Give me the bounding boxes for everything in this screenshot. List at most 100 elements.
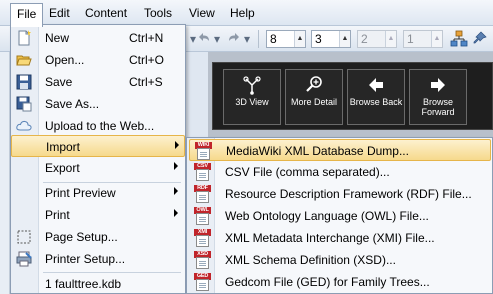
wiki-file-icon: WIKI <box>195 142 212 160</box>
import-csv[interactable]: CSV CSV File (comma separated)... <box>189 161 491 183</box>
file-menu: New Ctrl+N Open... Ctrl+O Save Ctrl+S Sa… <box>10 24 186 294</box>
import-rdf[interactable]: RDF Resource Description Framework (RDF)… <box>189 183 491 205</box>
spinner-value: 1 <box>407 32 414 46</box>
menu-item-label: New <box>45 31 70 45</box>
file-menu-printer-setup[interactable]: Printer Setup... <box>11 248 185 270</box>
nav-button-browse-back[interactable]: Browse Back <box>347 69 405 125</box>
depth-spinner-4: 1 ▲ <box>403 30 443 48</box>
file-menu-page-setup[interactable]: Page Setup... <box>11 226 185 248</box>
menu-item-label: Open... <box>45 53 85 67</box>
spinner-arrows[interactable]: ▲ <box>339 31 350 47</box>
printer-setup-icon <box>16 251 32 267</box>
file-menu-open[interactable]: Open... Ctrl+O <box>11 49 185 71</box>
menu-item-label: Resource Description Framework (RDF) Fil… <box>225 187 472 201</box>
undo-dropdown-icon[interactable]: ▾ <box>213 30 221 48</box>
file-menu-print[interactable]: Print <box>11 204 185 226</box>
file-menu-print-preview[interactable]: Print Preview <box>11 182 185 204</box>
menu-item-label: Export <box>45 161 80 175</box>
file-menu-new[interactable]: New Ctrl+N <box>11 27 185 49</box>
submenu-arrow-icon <box>174 209 178 217</box>
arrow-right-icon <box>431 78 445 92</box>
undo-icon[interactable] <box>196 30 212 48</box>
3d-view-icon <box>243 76 261 95</box>
redo-icon[interactable] <box>226 30 242 48</box>
xmi-file-icon: XMI <box>194 229 211 247</box>
toolbar-separator <box>258 30 259 48</box>
depth-spinner-1[interactable]: 8 ▲ <box>266 30 306 48</box>
import-owl[interactable]: OWL Web Ontology Language (OWL) File... <box>189 205 491 227</box>
cloud-icon <box>16 120 32 131</box>
spinner-value: 2 <box>361 32 368 46</box>
rdf-file-icon: RDF <box>194 185 211 203</box>
new-document-icon <box>18 30 31 46</box>
nav-button-label: More Detail <box>290 97 337 107</box>
arrow-left-icon <box>369 78 383 92</box>
menu-item-label: XML Metadata Interchange (XMI) File... <box>225 231 435 245</box>
spinner-value: 8 <box>270 32 277 46</box>
side-panel-edge <box>0 52 10 294</box>
magnifier-plus-icon <box>306 76 322 92</box>
menu-item-label: MediaWiki XML Database Dump... <box>226 144 409 158</box>
menu-item-label: Upload to the Web... <box>45 119 155 133</box>
menu-file[interactable]: File <box>10 3 44 27</box>
menu-item-label: Save <box>45 75 73 89</box>
menu-item-shortcut: Ctrl+N <box>129 31 164 45</box>
import-submenu: WIKI MediaWiki XML Database Dump... CSV … <box>186 137 493 294</box>
submenu-arrow-icon <box>174 162 178 170</box>
spinner-arrows: ▲ <box>431 31 442 47</box>
nav-button-label: Browse Forward <box>421 97 455 117</box>
menu-item-shortcut: Ctrl+O <box>129 53 165 67</box>
owl-file-icon: OWL <box>194 207 211 225</box>
nav-button-more-detail[interactable]: More Detail <box>285 69 343 125</box>
xsd-file-icon: XSD <box>194 251 211 269</box>
menu-item-label: CSV File (comma separated)... <box>225 165 390 179</box>
spinner-value: 3 <box>315 32 322 46</box>
menu-item-label: XML Schema Definition (XSD)... <box>225 253 396 267</box>
menu-edit[interactable]: Edit <box>43 3 76 23</box>
import-mediawiki[interactable]: WIKI MediaWiki XML Database Dump... <box>189 139 491 161</box>
submenu-arrow-icon <box>175 141 179 149</box>
network-diagram-icon[interactable] <box>450 30 468 48</box>
menu-item-label: Web Ontology Language (OWL) File... <box>225 209 429 223</box>
file-menu-recent-file[interactable]: 1 faulttree.kdb <box>11 273 185 294</box>
save-as-icon <box>16 96 32 112</box>
nav-button-label: Browse Back <box>349 97 403 107</box>
menu-item-label: Print <box>45 208 70 222</box>
file-menu-import[interactable]: Import <box>11 135 185 157</box>
menu-item-shortcut: Ctrl+S <box>129 75 163 89</box>
menu-help[interactable]: Help <box>224 3 261 23</box>
floppy-disk-icon <box>16 74 32 90</box>
menu-item-label: 1 faulttree.kdb <box>45 277 122 291</box>
graph-canvas[interactable]: 3D View More Detail Browse Back Browse F… <box>212 62 493 130</box>
csv-file-icon: CSV <box>194 163 211 181</box>
spinner-arrows[interactable]: ▲ <box>294 31 305 47</box>
spinner-arrows: ▲ <box>385 31 396 47</box>
graph-panel: 3D View More Detail Browse Back Browse F… <box>208 52 493 142</box>
redo-dropdown-icon[interactable]: ▾ <box>243 30 251 48</box>
import-xsd[interactable]: XSD XML Schema Definition (XSD)... <box>189 249 491 271</box>
menu-item-label: Page Setup... <box>45 230 118 244</box>
file-menu-save-as[interactable]: Save As... <box>11 93 185 115</box>
page-setup-icon <box>17 230 31 244</box>
import-xmi[interactable]: XMI XML Metadata Interchange (XMI) File.… <box>189 227 491 249</box>
menu-tools[interactable]: Tools <box>138 3 178 23</box>
open-folder-icon <box>16 55 32 66</box>
submenu-arrow-icon <box>174 187 178 195</box>
file-menu-save[interactable]: Save Ctrl+S <box>11 71 185 93</box>
menu-item-label: Printer Setup... <box>45 252 126 266</box>
nav-button-label: 3D View <box>235 97 269 107</box>
pin-icon[interactable] <box>472 30 488 48</box>
nav-button-3d-view[interactable]: 3D View <box>223 69 281 125</box>
nav-button-browse-forward[interactable]: Browse Forward <box>409 69 467 125</box>
depth-spinner-3: 2 ▲ <box>357 30 397 48</box>
menu-bar: File Edit Content Tools View Help <box>0 0 493 27</box>
menu-item-label: Save As... <box>45 97 100 111</box>
file-menu-upload[interactable]: Upload to the Web... <box>11 115 185 137</box>
file-menu-export[interactable]: Export <box>11 157 185 179</box>
menu-content[interactable]: Content <box>79 3 133 23</box>
import-gedcom[interactable]: GED Gedcom File (GED) for Family Trees..… <box>189 271 491 293</box>
menu-item-label: Print Preview <box>45 186 116 200</box>
depth-spinner-2[interactable]: 3 ▲ <box>311 30 351 48</box>
menu-item-label: Gedcom File (GED) for Family Trees... <box>225 275 430 289</box>
menu-view[interactable]: View <box>183 3 221 23</box>
